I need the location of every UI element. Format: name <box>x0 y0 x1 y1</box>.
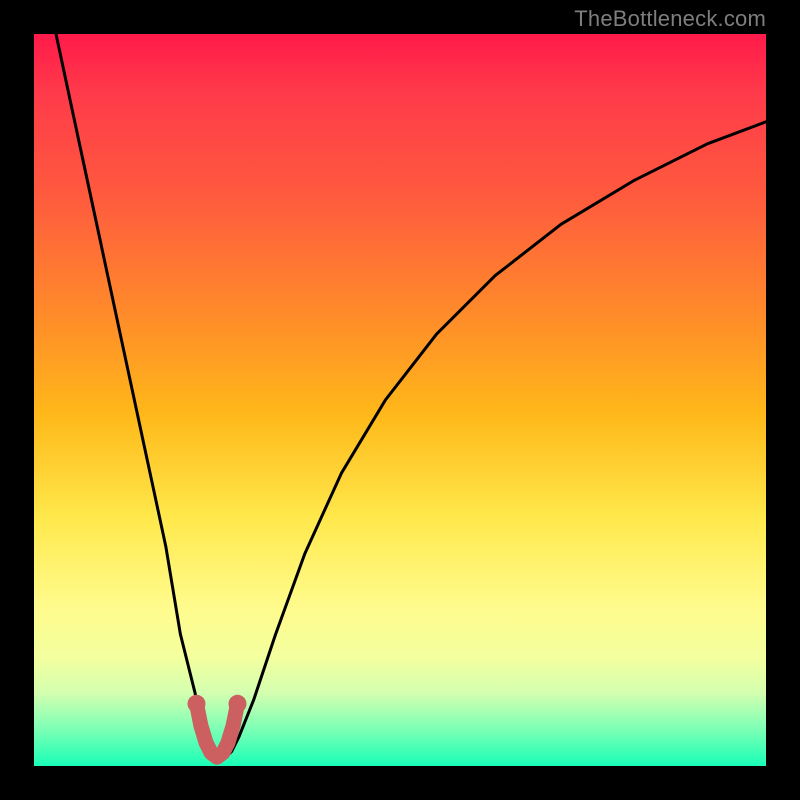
watermark-text: TheBottleneck.com <box>574 6 766 32</box>
chart-overlay-svg <box>34 34 766 766</box>
chart-frame: TheBottleneck.com <box>0 0 800 800</box>
bottleneck-curve <box>56 34 766 759</box>
trough-markers <box>188 695 247 757</box>
chart-gradient-plot <box>34 34 766 766</box>
